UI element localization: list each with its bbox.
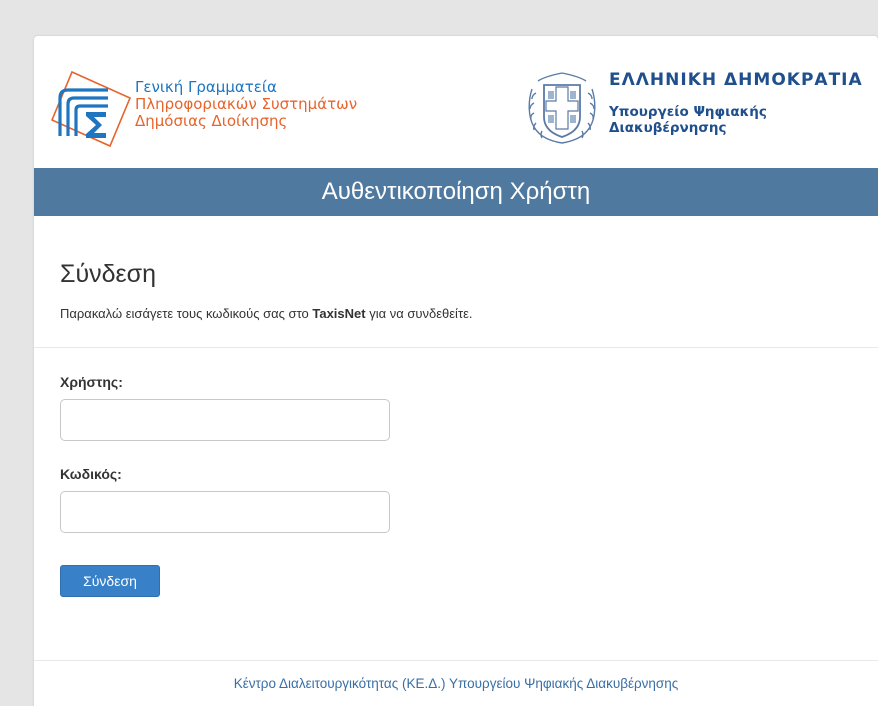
ministry-line-2: Διακυβέρνησης — [609, 120, 727, 136]
gsis-line-2: Πληροφοριακών Συστημάτων — [135, 95, 358, 113]
gsis-logo-icon — [50, 70, 132, 148]
interoperability-center-link[interactable]: Κέντρο Διαλειτουργικότητας (ΚΕ.Δ.) Υπουρ… — [234, 676, 679, 691]
login-submit-button[interactable]: Σύνδεση — [60, 565, 160, 597]
gsis-name: Γενική Γραμματεία Πληροφοριακών Συστημάτ… — [135, 79, 357, 130]
footer-divider — [34, 660, 878, 661]
ministry-line-1: Υπουργείο Ψηφιακής — [609, 104, 767, 120]
page-banner: Αυθεντικοποίηση Χρήστη — [34, 168, 878, 216]
intro-text-taxisnet: TaxisNet — [312, 306, 366, 321]
intro-text-after: για να συνδεθείτε. — [365, 306, 473, 321]
password-input[interactable] — [60, 491, 390, 533]
username-input[interactable] — [60, 399, 390, 441]
page-header: Γενική Γραμματεία Πληροφοριακών Συστημάτ… — [34, 36, 878, 168]
ministry-name: Υπουργείο Ψηφιακής Διακυβέρνησης — [609, 104, 767, 136]
section-divider — [34, 347, 878, 348]
password-label: Κωδικός: — [60, 466, 122, 482]
login-card: Γενική Γραμματεία Πληροφοριακών Συστημάτ… — [34, 36, 878, 706]
login-instructions: Παρακαλώ εισάγετε τους κωδικούς σας στο … — [60, 306, 473, 321]
republic-title: ΕΛΛΗΝΙΚΗ ΔΗΜΟΚΡΑΤΙΑ — [609, 70, 863, 90]
page-footer: Κέντρο Διαλειτουργικότητας (ΚΕ.Δ.) Υπουρ… — [34, 676, 878, 691]
intro-text-before: Παρακαλώ εισάγετε τους κωδικούς σας στο — [60, 306, 313, 321]
login-heading: Σύνδεση — [60, 260, 157, 288]
username-label: Χρήστης: — [60, 374, 123, 390]
gsis-line-1: Γενική Γραμματεία — [135, 78, 277, 96]
hellenic-republic-emblem-icon — [528, 72, 596, 144]
gsis-line-3: Δημόσιας Διοίκησης — [135, 112, 288, 130]
